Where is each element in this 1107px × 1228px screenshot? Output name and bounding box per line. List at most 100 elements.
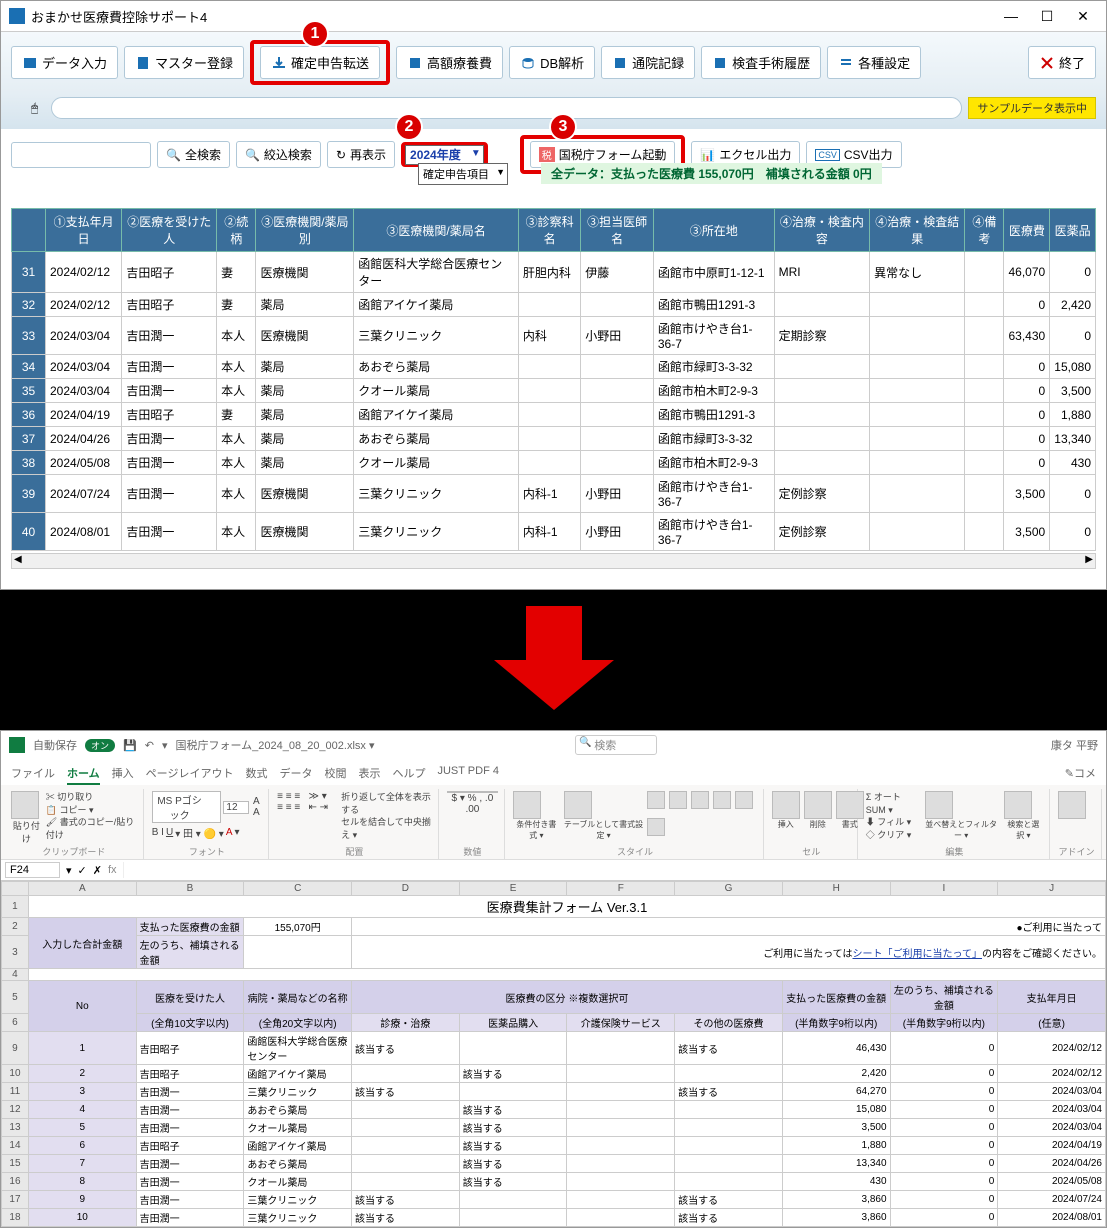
excel-tab[interactable]: 校閲 <box>324 763 346 785</box>
long-input[interactable] <box>51 97 962 119</box>
undo-icon[interactable]: ↶ <box>145 739 154 752</box>
font-select[interactable]: MS Pゴシック <box>152 791 222 823</box>
form-title: 医療費集計フォーム Ver.3.1 <box>28 896 1105 918</box>
excel-row: 135吉田潤一クオール薬局該当する3,50002024/03/04 <box>2 1119 1106 1137</box>
table-row: 312024/02/12吉田昭子妻医療機関函館医科大学総合医療センター肝胆内科伊… <box>12 252 1096 293</box>
main-toolbar: データ入力 マスター登録 確定申告転送 1 高額療養費 DB解析 通院記録 検査… <box>1 32 1106 93</box>
excel-user[interactable]: 康タ 平野 <box>1051 737 1098 753</box>
clear-button[interactable]: ◇ クリア ▾ <box>866 829 919 842</box>
number-group: $ ▾ % , .0 .00 数値 <box>441 789 506 859</box>
delete-icon[interactable] <box>804 791 832 819</box>
save-icon[interactable]: 💾 <box>123 739 137 752</box>
titlebar: おまかせ医療費控除サポート4 — ☐ ✕ <box>1 1 1106 32</box>
table-row: 322024/02/12吉田昭子妻薬局函館アイケイ薬局函館市鴨田1291-302… <box>12 293 1096 317</box>
excel-tab[interactable]: ファイル <box>11 763 55 785</box>
copy-button[interactable]: 📋 コピー ▾ <box>46 804 137 817</box>
fx-label: fx <box>108 864 117 876</box>
cell-reference[interactable]: F24 <box>5 862 60 878</box>
sheet-area[interactable]: ABCDEFGHIJ 1医療費集計フォーム Ver.3.1 2 入力した合計金額… <box>1 881 1106 1227</box>
addin-icon[interactable] <box>1058 791 1086 819</box>
editing-group: Σ オートSUM ▾ ⬇ フィル ▾ ◇ クリア ▾ 並べ替えとフィルター ▾ … <box>860 789 1050 859</box>
table-format-icon[interactable] <box>564 791 592 819</box>
comment-button[interactable]: ✎コメ <box>1065 763 1096 785</box>
excel-filename[interactable]: 国税庁フォーム_2024_08_20_002.xlsx ▾ <box>175 737 374 753</box>
excel-row: 146吉田昭子函館アイケイ薬局該当する1,88002024/04/19 <box>2 1137 1106 1155</box>
find-select-icon[interactable] <box>1004 791 1032 819</box>
table-row: 402024/08/01吉田潤一本人医療機関三葉クリニック内科-1小野田函館市け… <box>12 513 1096 551</box>
table-row: 392024/07/24吉田潤一本人医療機関三葉クリニック内科-1小野田函館市け… <box>12 475 1096 513</box>
search-input[interactable] <box>11 142 151 168</box>
cells-group: 挿入 削除 書式 セル <box>766 789 858 859</box>
styles-group: 条件付き書式 ▾ テーブルとして書式設定 ▾ スタイル <box>507 789 764 859</box>
window-max-button[interactable]: ☐ <box>1032 5 1062 27</box>
exit-button[interactable]: 終了 <box>1028 46 1096 79</box>
settings-button[interactable]: 各種設定 <box>827 46 921 79</box>
redisplay-button[interactable]: ↻ 再表示 <box>327 141 395 168</box>
master-button[interactable]: マスター登録 <box>124 46 244 79</box>
cut-button[interactable]: ✂ 切り取り <box>46 791 137 804</box>
font-group: MS Pゴシック 12 A A B I U ▾ 田 ▾ 🟡 ▾ A ▾ フォント <box>146 789 269 859</box>
grid-area: ①支払年月日②医療を受けた人②続柄③医療機関/薬局別③医療機関/薬局名③診察科名… <box>1 204 1106 589</box>
excel-row: 1810吉田潤一三葉クリニック該当する該当する3,86002024/08/01 <box>2 1209 1106 1227</box>
clipboard-group: 貼り付け ✂ 切り取り 📋 コピー ▾ 🖌 書式のコピー/貼り付け クリップボー… <box>5 789 144 859</box>
excel-tab[interactable]: ヘルプ <box>392 763 425 785</box>
insert-icon[interactable] <box>772 791 800 819</box>
sort-filter-icon[interactable] <box>925 791 953 819</box>
wrap-text-button[interactable]: 折り返して全体を表示する <box>341 791 438 816</box>
formula-bar: F24 ▾✓✗ fx <box>1 860 1106 881</box>
autosave-toggle[interactable]: オン <box>85 739 115 752</box>
horizontal-scrollbar[interactable] <box>11 553 1096 569</box>
excel-row: 179吉田潤一三葉クリニック該当する該当する3,86002024/07/24 <box>2 1191 1106 1209</box>
app-title: おまかせ医療費控除サポート4 <box>31 7 207 26</box>
table-row: 362024/04/19吉田昭子妻薬局函館アイケイ薬局函館市鴨田1291-301… <box>12 403 1096 427</box>
excel-tab[interactable]: 表示 <box>358 763 380 785</box>
filter-bar: 🔍 全検索 🔍 絞込検索 ↻ 再表示 2 2024年度 確定申告項目 3 税 国… <box>1 129 1106 204</box>
fontsize-select[interactable]: 12 <box>223 801 248 814</box>
kakutei-button[interactable]: 確定申告転送 <box>260 46 380 79</box>
usage-sheet-link[interactable]: シート「ご利用に当たって」 <box>853 949 983 960</box>
excel-ribbon: 貼り付け ✂ 切り取り 📋 コピー ▾ 🖌 書式のコピー/貼り付け クリップボー… <box>1 785 1106 860</box>
excel-tab[interactable]: JUST PDF 4 <box>437 763 499 785</box>
excel-row: 113吉田潤一三葉クリニック該当する該当する64,27002024/03/04 <box>2 1083 1106 1101</box>
merge-center-button[interactable]: セルを結合して中央揃え ▾ <box>341 816 438 841</box>
excel-row: 124吉田潤一あおぞら薬局該当する15,08002024/03/04 <box>2 1101 1106 1119</box>
excel-tab[interactable]: 挿入 <box>112 763 134 785</box>
filter-search-button[interactable]: 🔍 絞込検索 <box>236 141 321 168</box>
data-input-button[interactable]: データ入力 <box>11 46 118 79</box>
annotation-badge-3: 3 <box>549 113 577 141</box>
addin-group: アドイン <box>1052 789 1102 859</box>
excel-tab[interactable]: 数式 <box>245 763 267 785</box>
app-icon <box>9 8 25 24</box>
data-grid[interactable]: ①支払年月日②医療を受けた人②続柄③医療機関/薬局別③医療機関/薬局名③診察科名… <box>11 208 1096 551</box>
excel-titlebar: 自動保存 オン 💾 ↶ ▾ 国税庁フォーム_2024_08_20_002.xls… <box>1 731 1106 759</box>
cond-format-icon[interactable] <box>513 791 541 819</box>
excel-ribbon-tabs: ファイルホーム挿入ページレイアウト数式データ校閲表示ヘルプ JUST PDF 4 ✎… <box>1 759 1106 785</box>
window-min-button[interactable]: — <box>996 5 1026 27</box>
kakutei-item-select[interactable]: 確定申告項目 <box>418 163 508 185</box>
fill-button[interactable]: ⬇ フィル ▾ <box>866 816 919 829</box>
annotation-badge-1: 1 <box>301 20 329 48</box>
tsuin-button[interactable]: 通院記録 <box>601 46 695 79</box>
mouse-icon: 🖱 <box>31 101 45 116</box>
window-close-button[interactable]: ✕ <box>1068 5 1098 27</box>
separator-band <box>0 590 1107 730</box>
table-row: 352024/03/04吉田潤一本人薬局クオール薬局函館市柏木町2-9-303,… <box>12 379 1096 403</box>
excel-tab[interactable]: ページレイアウト <box>146 763 234 785</box>
table-row: 332024/03/04吉田潤一本人医療機関三葉クリニック内科小野田函館市けやき… <box>12 317 1096 355</box>
format-painter-button[interactable]: 🖌 書式のコピー/貼り付け <box>46 816 137 841</box>
all-search-button[interactable]: 🔍 全検索 <box>157 141 230 168</box>
autosum-button[interactable]: Σ オートSUM ▾ <box>866 791 919 816</box>
autosave-label: 自動保存 <box>33 737 77 753</box>
formula-input[interactable] <box>123 862 1103 878</box>
excel-tab[interactable]: ホーム <box>67 763 100 785</box>
db-button[interactable]: DB解析 <box>509 46 595 79</box>
app-window: おまかせ医療費控除サポート4 — ☐ ✕ データ入力 マスター登録 確定申告転送… <box>0 0 1107 590</box>
excel-search-input[interactable]: 検索 <box>575 735 657 755</box>
sample-data-badge: サンプルデータ表示中 <box>968 97 1096 119</box>
excel-tab[interactable]: データ <box>279 763 312 785</box>
kogaku-button[interactable]: 高額療養費 <box>396 46 503 79</box>
paste-icon[interactable] <box>11 791 39 819</box>
year-select[interactable]: 2024年度 <box>405 145 484 165</box>
table-row: 382024/05/08吉田潤一本人薬局クオール薬局函館市柏木町2-9-3043… <box>12 451 1096 475</box>
kensa-button[interactable]: 検査手術履歴 <box>701 46 821 79</box>
